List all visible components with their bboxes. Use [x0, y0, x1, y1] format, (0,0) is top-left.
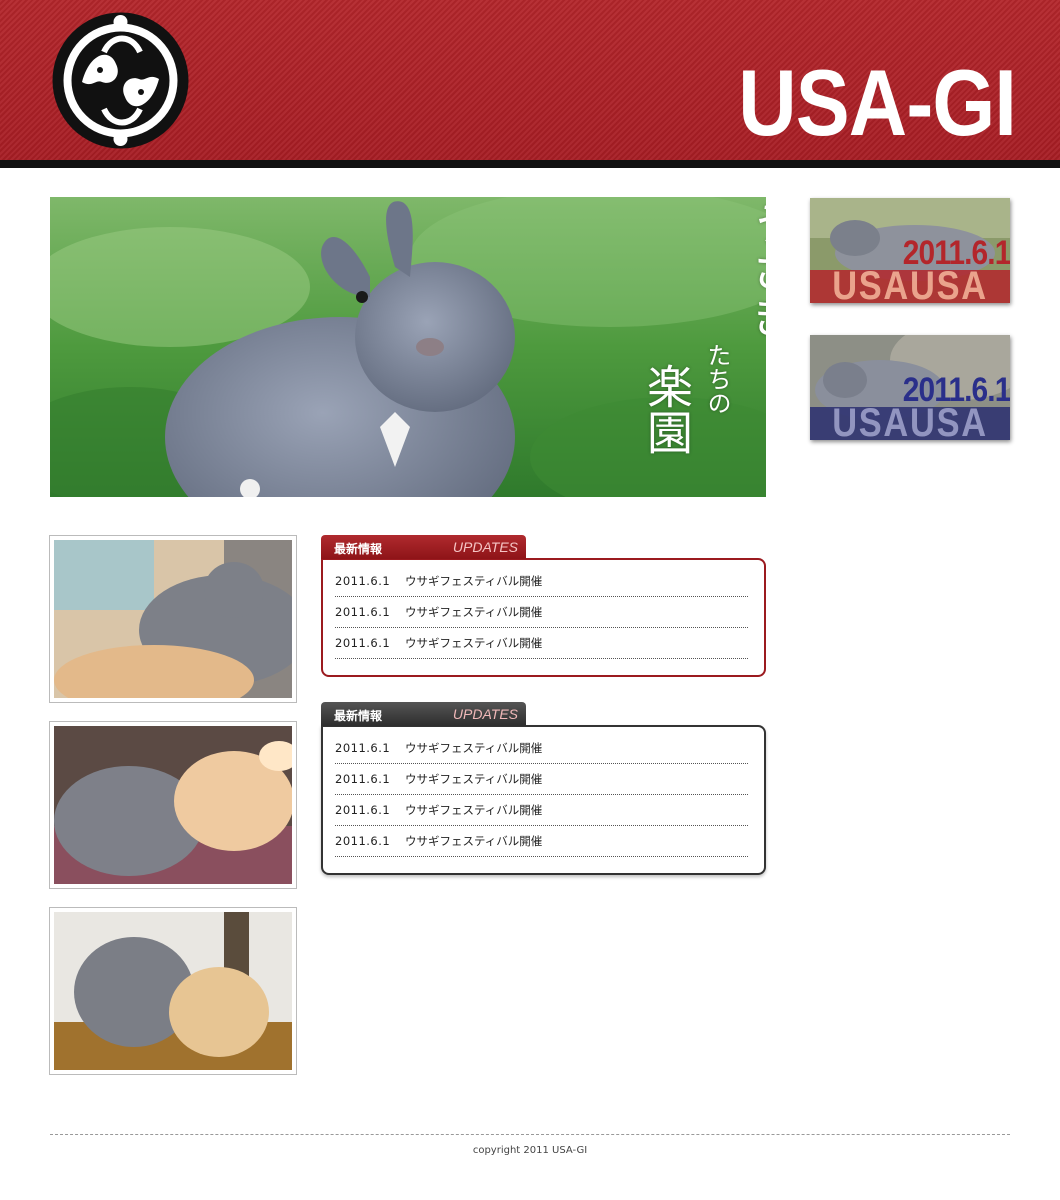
news-text: ウサギフェスティバル開催: [405, 605, 543, 619]
rabbit-logo-icon[interactable]: [52, 12, 189, 149]
banner-word: USAUSA: [832, 264, 988, 303]
news-title-en: UPDATES: [452, 539, 518, 555]
news-date: 2011.6.1: [335, 636, 391, 650]
hero-title-line2: たちの: [703, 343, 731, 415]
news-tab: 最新情報 UPDATES: [321, 702, 526, 726]
news-box-updates-2: 最新情報 UPDATES 2011.6.1 ウサギフェスティバル開催 2011.6…: [321, 702, 766, 875]
news-date: 2011.6.1: [335, 574, 391, 588]
news-date: 2011.6.1: [335, 772, 391, 786]
footer-divider: [50, 1134, 1010, 1135]
rabbit-photo-1: [49, 535, 297, 703]
news-date: 2011.6.1: [335, 834, 391, 848]
news-item[interactable]: 2011.6.1 ウサギフェスティバル開催: [335, 826, 748, 857]
news-title-en: UPDATES: [452, 706, 518, 722]
hero-title-line3: 楽園: [640, 363, 694, 455]
news-tab: 最新情報 UPDATES: [321, 535, 526, 559]
news-title-jp: 最新情報: [334, 542, 383, 556]
news-text: ウサギフェスティバル開催: [405, 772, 543, 786]
rabbit-photo-2: [49, 721, 297, 889]
news-text: ウサギフェスティバル開催: [405, 834, 543, 848]
news-title-jp: 最新情報: [334, 709, 383, 723]
news-date: 2011.6.1: [335, 741, 391, 755]
news-item[interactable]: 2011.6.1 ウサギフェスティバル開催: [335, 597, 748, 628]
news-date: 2011.6.1: [335, 803, 391, 817]
news-item[interactable]: 2011.6.1 ウサギフェスティバル開催: [335, 795, 748, 826]
news-item[interactable]: 2011.6.1 ウサギフェスティバル開催: [335, 628, 748, 659]
news-list: 2011.6.1 ウサギフェスティバル開催 2011.6.1 ウサギフェスティバル開…: [321, 558, 766, 677]
news-box-updates: 最新情報 UPDATES 2011.6.1 ウサギフェスティバル開催 2011.6…: [321, 535, 766, 677]
news-text: ウサギフェスティバル開催: [405, 741, 543, 755]
news-item[interactable]: 2011.6.1 ウサギフェスティバル開催: [335, 764, 748, 795]
site-header: USA-GI: [0, 0, 1060, 160]
banner-word: USAUSA: [832, 401, 988, 440]
rabbit-photo-3: [49, 907, 297, 1075]
hero-title-line1: うさぎ: [744, 201, 766, 339]
news-text: ウサギフェスティバル開催: [405, 803, 543, 817]
side-banner-2[interactable]: 2011.6.1 USAUSA: [810, 335, 1010, 440]
news-date: 2011.6.1: [335, 605, 391, 619]
side-banner-1[interactable]: 2011.6.1 USAUSA: [810, 198, 1010, 303]
news-list: 2011.6.1 ウサギフェスティバル開催 2011.6.1 ウサギフェスティバル開…: [321, 725, 766, 875]
news-text: ウサギフェスティバル開催: [405, 636, 543, 650]
hero-image: うさぎ たちの 楽園: [50, 197, 766, 497]
news-item[interactable]: 2011.6.1 ウサギフェスティバル開催: [335, 733, 748, 764]
news-text: ウサギフェスティバル開催: [405, 574, 543, 588]
copyright-text: copyright 2011 USA-GI: [472, 1145, 588, 1156]
news-item[interactable]: 2011.6.1 ウサギフェスティバル開催: [335, 566, 748, 597]
site-title: USA-GI: [738, 50, 1017, 155]
header-divider: [0, 160, 1060, 168]
